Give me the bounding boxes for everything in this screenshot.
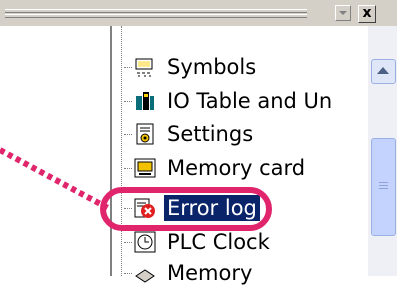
tree-item-memory[interactable]: Memory xyxy=(124,258,255,288)
io-table-icon xyxy=(134,90,156,112)
memory-icon xyxy=(134,262,156,284)
tree-item-label: IO Table and Un xyxy=(167,89,333,113)
close-button[interactable]: x xyxy=(358,5,376,23)
tree-item-label: Memory xyxy=(167,261,253,285)
tree-item-io-table[interactable]: IO Table and Un xyxy=(124,86,335,116)
plc-clock-icon xyxy=(134,231,156,253)
tree-item-label: Memory card xyxy=(167,156,306,180)
tree-item-symbols[interactable]: Symbols xyxy=(124,52,259,82)
settings-icon xyxy=(134,123,156,145)
vertical-scrollbar[interactable] xyxy=(368,26,397,276)
tree-item-label: Symbols xyxy=(167,55,257,79)
tree-connector-line xyxy=(121,26,122,276)
tree-item-memory-card[interactable]: Memory card xyxy=(124,153,308,183)
tree-item-settings[interactable]: Settings xyxy=(124,119,256,149)
scroll-up-button[interactable] xyxy=(371,59,396,84)
tree-item-label: PLC Clock xyxy=(167,230,270,254)
tree-item-plc-clock[interactable]: PLC Clock xyxy=(124,227,273,257)
scroll-thumb[interactable] xyxy=(371,138,396,236)
memory-card-icon xyxy=(134,157,156,179)
dropdown-button[interactable] xyxy=(335,5,351,21)
symbols-icon xyxy=(134,56,156,78)
annotation-highlight-ellipse xyxy=(100,187,272,231)
tree-item-label: Settings xyxy=(167,122,254,146)
panel-title-bar[interactable]: x xyxy=(0,0,397,26)
project-tree-panel: x Symbols IO Table and Un Settings Memor… xyxy=(0,0,397,285)
grip-handle[interactable] xyxy=(5,9,307,18)
